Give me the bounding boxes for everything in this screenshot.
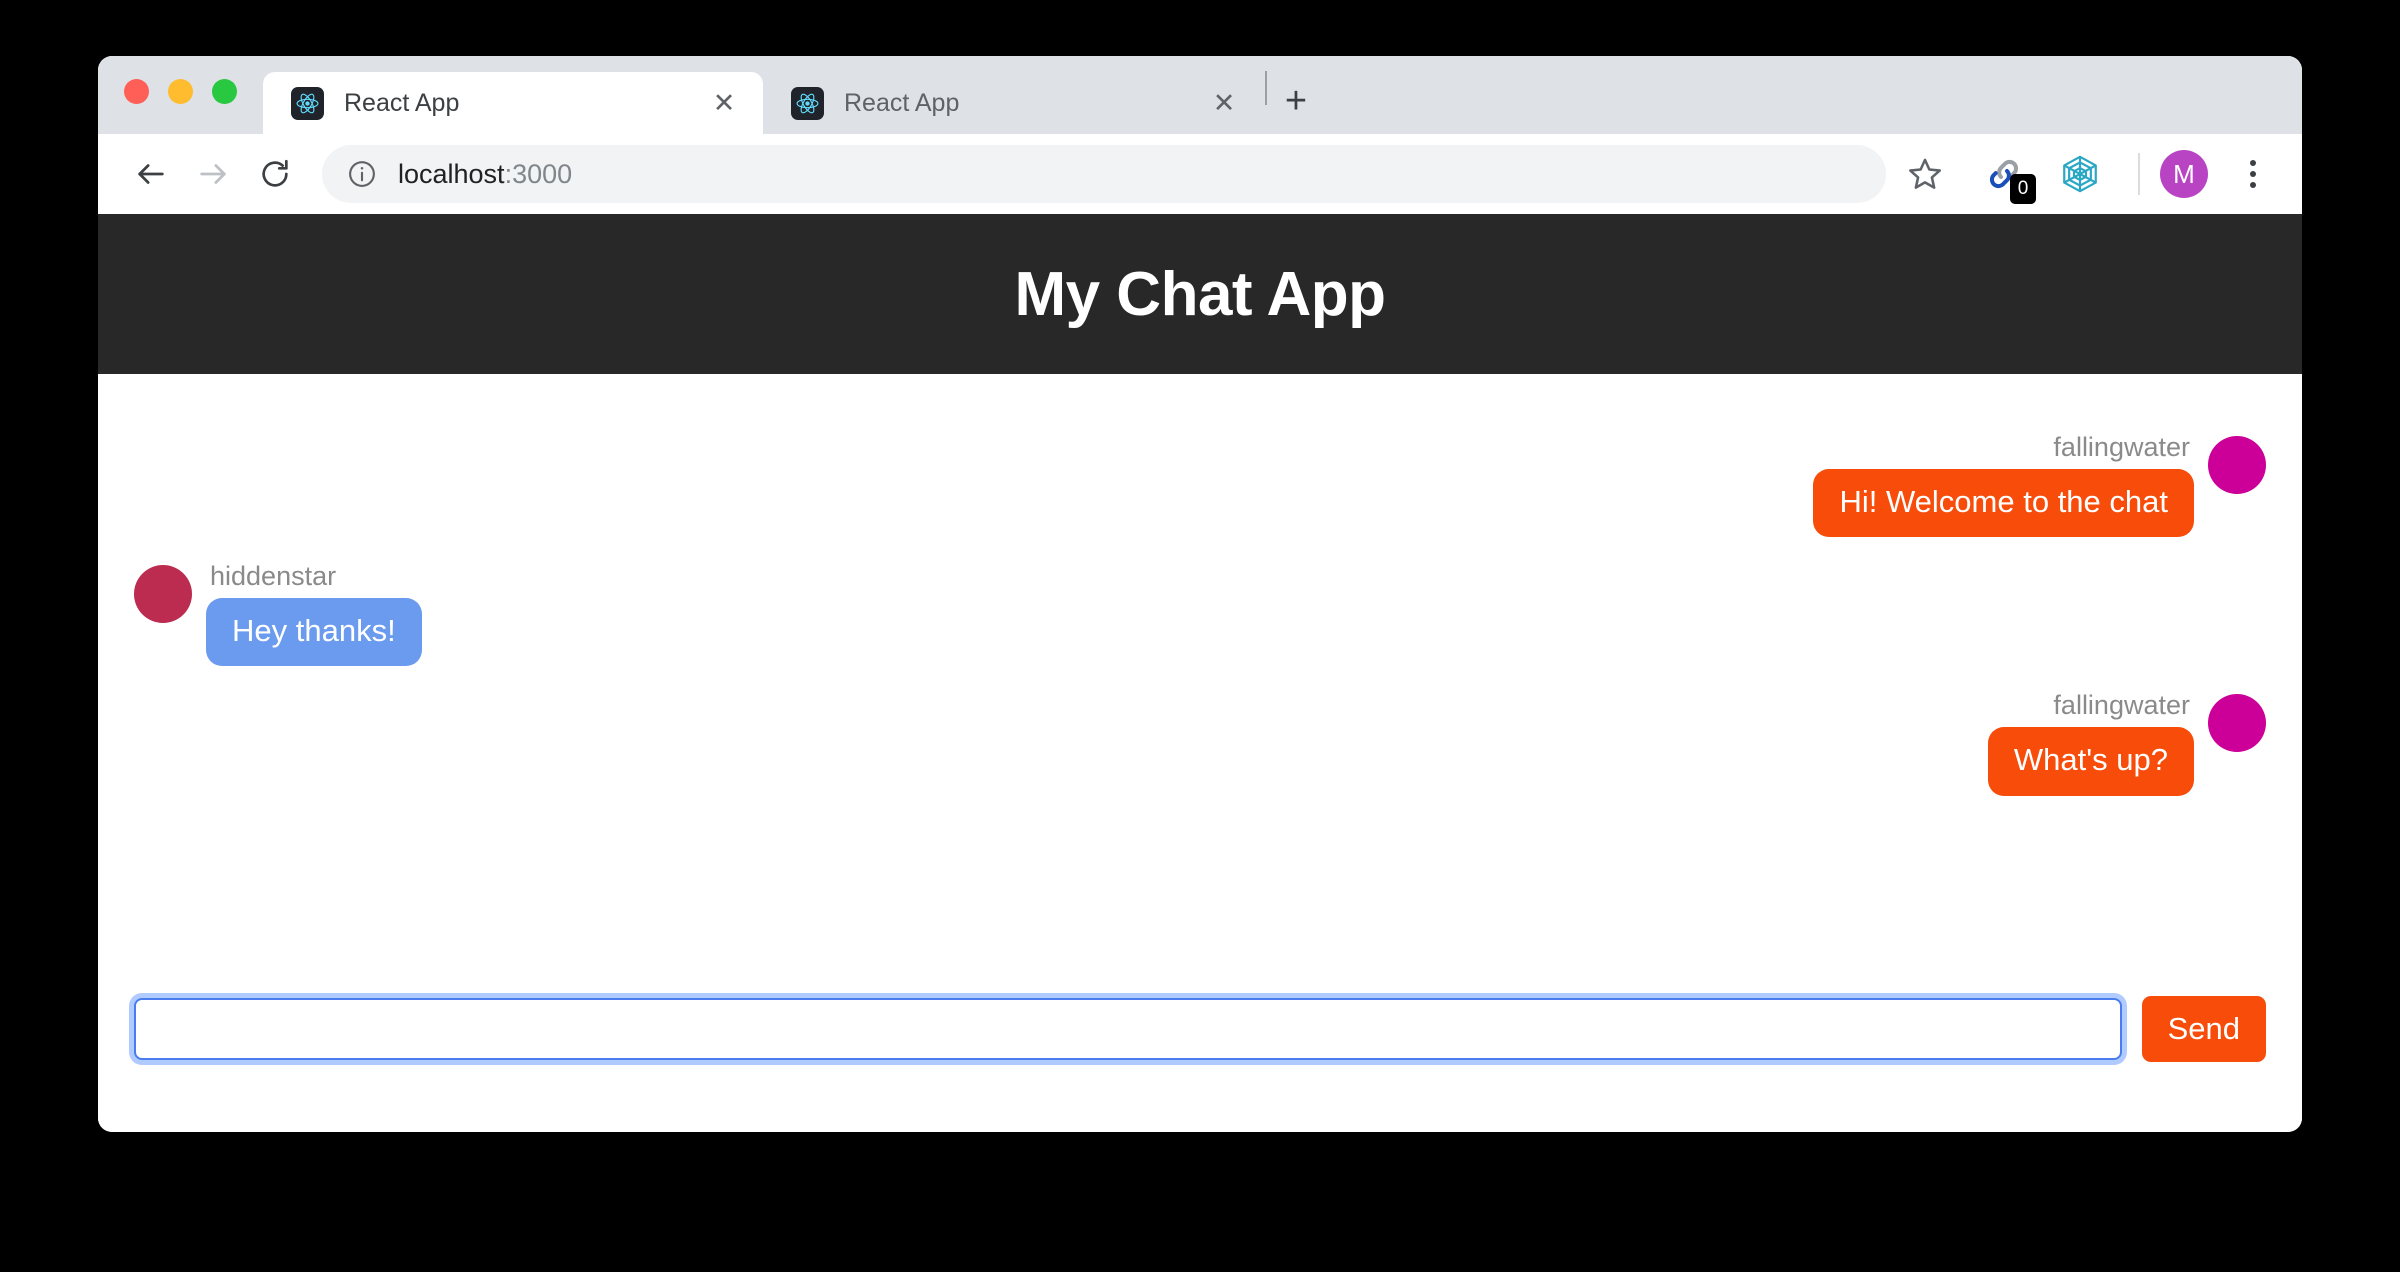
browser-tab-1[interactable]: React App ✕ — [763, 72, 1263, 134]
menu-dot — [2250, 171, 2256, 177]
menu-dot — [2250, 182, 2256, 188]
page-title: My Chat App — [1014, 259, 1386, 329]
browser-window: React App ✕ React App ✕ + localhost:3000… — [98, 56, 2302, 1132]
page-viewport: My Chat App fallingwater Hi! Welcome to … — [98, 214, 2302, 1132]
message-content: hiddenstar Hey thanks! — [206, 561, 422, 667]
message-bubble: What's up? — [1987, 727, 2194, 796]
tab-title: React App — [344, 88, 460, 117]
menu-dot — [2250, 160, 2256, 166]
window-traffic-lights — [124, 56, 263, 134]
window-maximize-button[interactable] — [212, 78, 237, 104]
message-composer: Send — [98, 996, 2302, 1132]
chain-link-extension-icon[interactable]: 0 — [1976, 146, 2036, 204]
app-header: My Chat App — [98, 214, 2302, 374]
forward-icon[interactable] — [182, 143, 244, 205]
tab-close-icon[interactable]: ✕ — [1207, 86, 1241, 120]
back-icon[interactable] — [120, 143, 182, 205]
message-username: fallingwater — [2053, 690, 2190, 721]
message-avatar — [2208, 694, 2266, 753]
message-content: fallingwater What's up? — [1987, 690, 2194, 796]
tab-close-icon[interactable]: ✕ — [707, 86, 741, 120]
message-row: fallingwater Hi! Welcome to the chat — [134, 432, 2266, 538]
three-dot-menu-icon[interactable] — [2230, 151, 2276, 197]
url-host: localhost — [398, 158, 505, 189]
bookmark-star-icon[interactable] — [1896, 145, 1954, 203]
tab-separator — [1265, 71, 1267, 105]
browser-toolbar: localhost:3000 0 M — [98, 134, 2302, 214]
tab-list: React App ✕ React App ✕ + — [263, 56, 1319, 134]
react-logo-icon — [291, 86, 324, 120]
tab-title: React App — [844, 88, 960, 117]
message-list: fallingwater Hi! Welcome to the chat hid… — [98, 432, 2302, 956]
message-username: hiddenstar — [210, 561, 337, 592]
message-input[interactable] — [134, 998, 2122, 1060]
message-row: hiddenstar Hey thanks! — [134, 561, 2266, 667]
send-button[interactable]: Send — [2141, 996, 2266, 1062]
browser-tab-0[interactable]: React App ✕ — [263, 72, 763, 134]
reload-icon[interactable] — [244, 143, 306, 205]
url-text: localhost:3000 — [398, 159, 572, 190]
window-close-button[interactable] — [124, 78, 149, 104]
new-tab-button[interactable]: + — [1273, 78, 1319, 124]
message-content: fallingwater Hi! Welcome to the chat — [1813, 432, 2194, 538]
toolbar-separator — [2138, 153, 2140, 195]
profile-avatar[interactable]: M — [2160, 150, 2208, 198]
window-minimize-button[interactable] — [168, 78, 193, 104]
message-avatar — [134, 565, 192, 624]
address-bar[interactable]: localhost:3000 — [322, 145, 1886, 203]
hexagon-extension-icon[interactable] — [2052, 146, 2108, 202]
extension-badge-count: 0 — [2010, 174, 2036, 204]
url-port: :3000 — [504, 158, 573, 189]
message-bubble: Hey thanks! — [206, 598, 422, 667]
message-row: fallingwater What's up? — [134, 690, 2266, 796]
message-username: fallingwater — [2053, 432, 2190, 462]
message-avatar — [2208, 436, 2266, 494]
site-info-icon[interactable] — [346, 158, 378, 190]
tab-strip: React App ✕ React App ✕ + — [98, 56, 2302, 134]
message-bubble: Hi! Welcome to the chat — [1813, 469, 2194, 538]
react-logo-icon — [791, 86, 824, 120]
chat-body: fallingwater Hi! Welcome to the chat hid… — [98, 374, 2302, 1132]
